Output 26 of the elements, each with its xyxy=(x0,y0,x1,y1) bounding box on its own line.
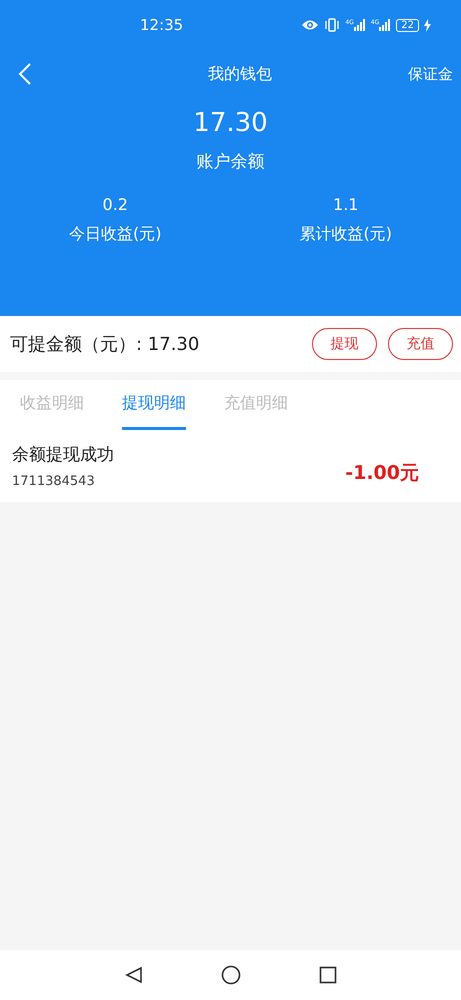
stat-value: 1.1 xyxy=(333,195,358,214)
signal-icon xyxy=(379,19,392,31)
charging-icon xyxy=(424,18,431,32)
record-title: 余额提现成功 xyxy=(12,444,114,466)
page-title: 我的钱包 xyxy=(208,64,272,84)
deposit-link[interactable]: 保证金 xyxy=(408,64,453,84)
stat-label: 累计收益(元) xyxy=(300,224,392,245)
record-amount: -1.00元 xyxy=(345,461,419,486)
home-icon[interactable] xyxy=(220,965,240,985)
balance-amount: 17.30 xyxy=(193,108,268,138)
action-button[interactable]: 充值 xyxy=(388,328,453,360)
vibrate-icon xyxy=(324,18,340,32)
signal-icon xyxy=(354,19,366,31)
withdrawable-amount: 可提金额（元）: 17.30 xyxy=(10,333,200,356)
battery-level: 22 xyxy=(396,18,419,32)
action-button[interactable]: 提现 xyxy=(312,328,377,360)
stat-value: 0.2 xyxy=(102,195,128,214)
back-icon[interactable] xyxy=(124,966,142,984)
record-id: 1711384543 xyxy=(12,474,96,489)
recents-icon[interactable] xyxy=(318,966,336,984)
status-time: 12:35 xyxy=(140,16,184,34)
eye-icon xyxy=(301,19,320,31)
tab[interactable]: 收益明细 xyxy=(20,380,84,430)
balance-label: 账户余额 xyxy=(196,151,264,173)
stat-label: 今日收益(元) xyxy=(69,224,162,245)
tab[interactable]: 充值明细 xyxy=(224,380,288,430)
